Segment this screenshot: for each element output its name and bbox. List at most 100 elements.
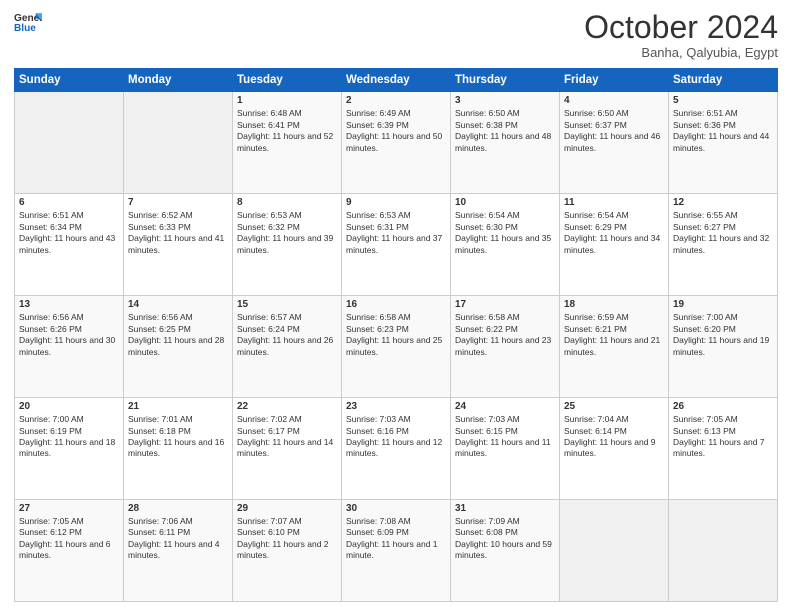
- day-number: 17: [455, 299, 555, 310]
- day-info: Sunrise: 6:53 AMSunset: 6:32 PMDaylight:…: [237, 210, 337, 256]
- header-row: Sunday Monday Tuesday Wednesday Thursday…: [15, 69, 778, 92]
- calendar-cell: 24Sunrise: 7:03 AMSunset: 6:15 PMDayligh…: [451, 398, 560, 500]
- day-info: Sunrise: 6:54 AMSunset: 6:29 PMDaylight:…: [564, 210, 664, 256]
- calendar-cell: 6 Sunrise: 6:51 AMSunset: 6:34 PMDaylight…: [15, 194, 124, 296]
- day-number: 27: [19, 503, 119, 514]
- day-number: 19: [673, 299, 773, 310]
- calendar-week-3: 13Sunrise: 6:56 AMSunset: 6:26 PMDayligh…: [15, 296, 778, 398]
- day-number: 3: [455, 95, 555, 106]
- calendar-cell: 27 Sunrise: 7:05 AMSunset: 6:12 PMDayligh…: [15, 500, 124, 602]
- calendar-cell: 10 Sunrise: 6:54 AMSunset: 6:30 PMDayligh…: [451, 194, 560, 296]
- calendar-cell: 22 Sunrise: 7:02 AMSunset: 6:17 PMDayligh…: [233, 398, 342, 500]
- calendar-cell: 29 Sunrise: 7:07 AMSunset: 6:10 PMDayligh…: [233, 500, 342, 602]
- calendar-cell: 16Sunrise: 6:58 AMSunset: 6:23 PMDayligh…: [342, 296, 451, 398]
- day-number: 2: [346, 95, 446, 106]
- calendar-cell: 30 Sunrise: 7:08 AMSunset: 6:09 PMDayligh…: [342, 500, 451, 602]
- calendar-cell: 18 Sunrise: 6:59 AMSunset: 6:21 PMDayligh…: [560, 296, 669, 398]
- location: Banha, Qalyubia, Egypt: [584, 45, 778, 60]
- calendar-cell: [15, 92, 124, 194]
- calendar-cell: 3 Sunrise: 6:50 AMSunset: 6:38 PMDaylight…: [451, 92, 560, 194]
- calendar-body: 1 Sunrise: 6:48 AMSunset: 6:41 PMDaylight…: [15, 92, 778, 602]
- day-info: Sunrise: 6:48 AMSunset: 6:41 PMDaylight:…: [237, 108, 337, 154]
- calendar-table: Sunday Monday Tuesday Wednesday Thursday…: [14, 68, 778, 602]
- calendar-cell: 13Sunrise: 6:56 AMSunset: 6:26 PMDayligh…: [15, 296, 124, 398]
- col-wednesday: Wednesday: [342, 69, 451, 92]
- day-info: Sunrise: 7:02 AMSunset: 6:17 PMDaylight:…: [237, 414, 337, 460]
- calendar-cell: 2Sunrise: 6:49 AMSunset: 6:39 PMDaylight…: [342, 92, 451, 194]
- calendar-cell: [560, 500, 669, 602]
- calendar-cell: 11 Sunrise: 6:54 AMSunset: 6:29 PMDayligh…: [560, 194, 669, 296]
- day-info: Sunrise: 7:04 AMSunset: 6:14 PMDaylight:…: [564, 414, 664, 460]
- day-info: Sunrise: 6:55 AMSunset: 6:27 PMDaylight:…: [673, 210, 773, 256]
- day-number: 10: [455, 197, 555, 208]
- logo: General Blue: [14, 10, 42, 38]
- day-number: 29: [237, 503, 337, 514]
- calendar-cell: 7Sunrise: 6:52 AMSunset: 6:33 PMDaylight…: [124, 194, 233, 296]
- day-info: Sunrise: 6:56 AMSunset: 6:26 PMDaylight:…: [19, 312, 119, 358]
- col-saturday: Saturday: [669, 69, 778, 92]
- day-info: Sunrise: 7:05 AMSunset: 6:13 PMDaylight:…: [673, 414, 773, 460]
- day-info: Sunrise: 6:50 AMSunset: 6:38 PMDaylight:…: [455, 108, 555, 154]
- day-number: 30: [346, 503, 446, 514]
- calendar-cell: 23Sunrise: 7:03 AMSunset: 6:16 PMDayligh…: [342, 398, 451, 500]
- day-info: Sunrise: 6:51 AMSunset: 6:34 PMDaylight:…: [19, 210, 119, 256]
- calendar-cell: [124, 92, 233, 194]
- day-number: 15: [237, 299, 337, 310]
- calendar-cell: 25 Sunrise: 7:04 AMSunset: 6:14 PMDayligh…: [560, 398, 669, 500]
- calendar-week-5: 27 Sunrise: 7:05 AMSunset: 6:12 PMDayligh…: [15, 500, 778, 602]
- col-friday: Friday: [560, 69, 669, 92]
- day-info: Sunrise: 6:51 AMSunset: 6:36 PMDaylight:…: [673, 108, 773, 154]
- day-info: Sunrise: 6:54 AMSunset: 6:30 PMDaylight:…: [455, 210, 555, 256]
- calendar-week-4: 20Sunrise: 7:00 AMSunset: 6:19 PMDayligh…: [15, 398, 778, 500]
- calendar-cell: 1 Sunrise: 6:48 AMSunset: 6:41 PMDaylight…: [233, 92, 342, 194]
- day-info: Sunrise: 7:08 AMSunset: 6:09 PMDaylight:…: [346, 516, 446, 562]
- logo-icon: General Blue: [14, 10, 42, 38]
- calendar-cell: 17 Sunrise: 6:58 AMSunset: 6:22 PMDayligh…: [451, 296, 560, 398]
- day-number: 9: [346, 197, 446, 208]
- day-info: Sunrise: 6:58 AMSunset: 6:22 PMDaylight:…: [455, 312, 555, 358]
- day-number: 21: [128, 401, 228, 412]
- title-block: October 2024 Banha, Qalyubia, Egypt: [584, 10, 778, 60]
- day-number: 14: [128, 299, 228, 310]
- page: General Blue October 2024 Banha, Qalyubi…: [0, 0, 792, 612]
- day-number: 11: [564, 197, 664, 208]
- calendar-cell: [669, 500, 778, 602]
- day-number: 20: [19, 401, 119, 412]
- day-info: Sunrise: 7:00 AMSunset: 6:20 PMDaylight:…: [673, 312, 773, 358]
- calendar-cell: 4Sunrise: 6:50 AMSunset: 6:37 PMDaylight…: [560, 92, 669, 194]
- calendar-cell: 14Sunrise: 6:56 AMSunset: 6:25 PMDayligh…: [124, 296, 233, 398]
- calendar-week-1: 1 Sunrise: 6:48 AMSunset: 6:41 PMDaylight…: [15, 92, 778, 194]
- day-number: 28: [128, 503, 228, 514]
- day-number: 18: [564, 299, 664, 310]
- day-info: Sunrise: 7:06 AMSunset: 6:11 PMDaylight:…: [128, 516, 228, 562]
- calendar-cell: 19 Sunrise: 7:00 AMSunset: 6:20 PMDayligh…: [669, 296, 778, 398]
- day-number: 7: [128, 197, 228, 208]
- calendar-week-2: 6 Sunrise: 6:51 AMSunset: 6:34 PMDaylight…: [15, 194, 778, 296]
- day-number: 16: [346, 299, 446, 310]
- calendar-cell: 15Sunrise: 6:57 AMSunset: 6:24 PMDayligh…: [233, 296, 342, 398]
- col-thursday: Thursday: [451, 69, 560, 92]
- day-info: Sunrise: 7:05 AMSunset: 6:12 PMDaylight:…: [19, 516, 119, 562]
- day-number: 5: [673, 95, 773, 106]
- day-number: 1: [237, 95, 337, 106]
- month-title: October 2024: [584, 10, 778, 45]
- calendar-cell: 31 Sunrise: 7:09 AMSunset: 6:08 PMDayligh…: [451, 500, 560, 602]
- col-sunday: Sunday: [15, 69, 124, 92]
- day-info: Sunrise: 7:07 AMSunset: 6:10 PMDaylight:…: [237, 516, 337, 562]
- day-number: 23: [346, 401, 446, 412]
- calendar-cell: 8Sunrise: 6:53 AMSunset: 6:32 PMDaylight…: [233, 194, 342, 296]
- calendar-cell: 5 Sunrise: 6:51 AMSunset: 6:36 PMDaylight…: [669, 92, 778, 194]
- day-number: 4: [564, 95, 664, 106]
- day-info: Sunrise: 7:09 AMSunset: 6:08 PMDaylight:…: [455, 516, 555, 562]
- day-number: 22: [237, 401, 337, 412]
- day-number: 24: [455, 401, 555, 412]
- header: General Blue October 2024 Banha, Qalyubi…: [14, 10, 778, 60]
- day-number: 12: [673, 197, 773, 208]
- day-number: 25: [564, 401, 664, 412]
- day-number: 31: [455, 503, 555, 514]
- col-monday: Monday: [124, 69, 233, 92]
- calendar-cell: 21Sunrise: 7:01 AMSunset: 6:18 PMDayligh…: [124, 398, 233, 500]
- day-number: 6: [19, 197, 119, 208]
- svg-text:Blue: Blue: [14, 23, 36, 34]
- day-info: Sunrise: 6:59 AMSunset: 6:21 PMDaylight:…: [564, 312, 664, 358]
